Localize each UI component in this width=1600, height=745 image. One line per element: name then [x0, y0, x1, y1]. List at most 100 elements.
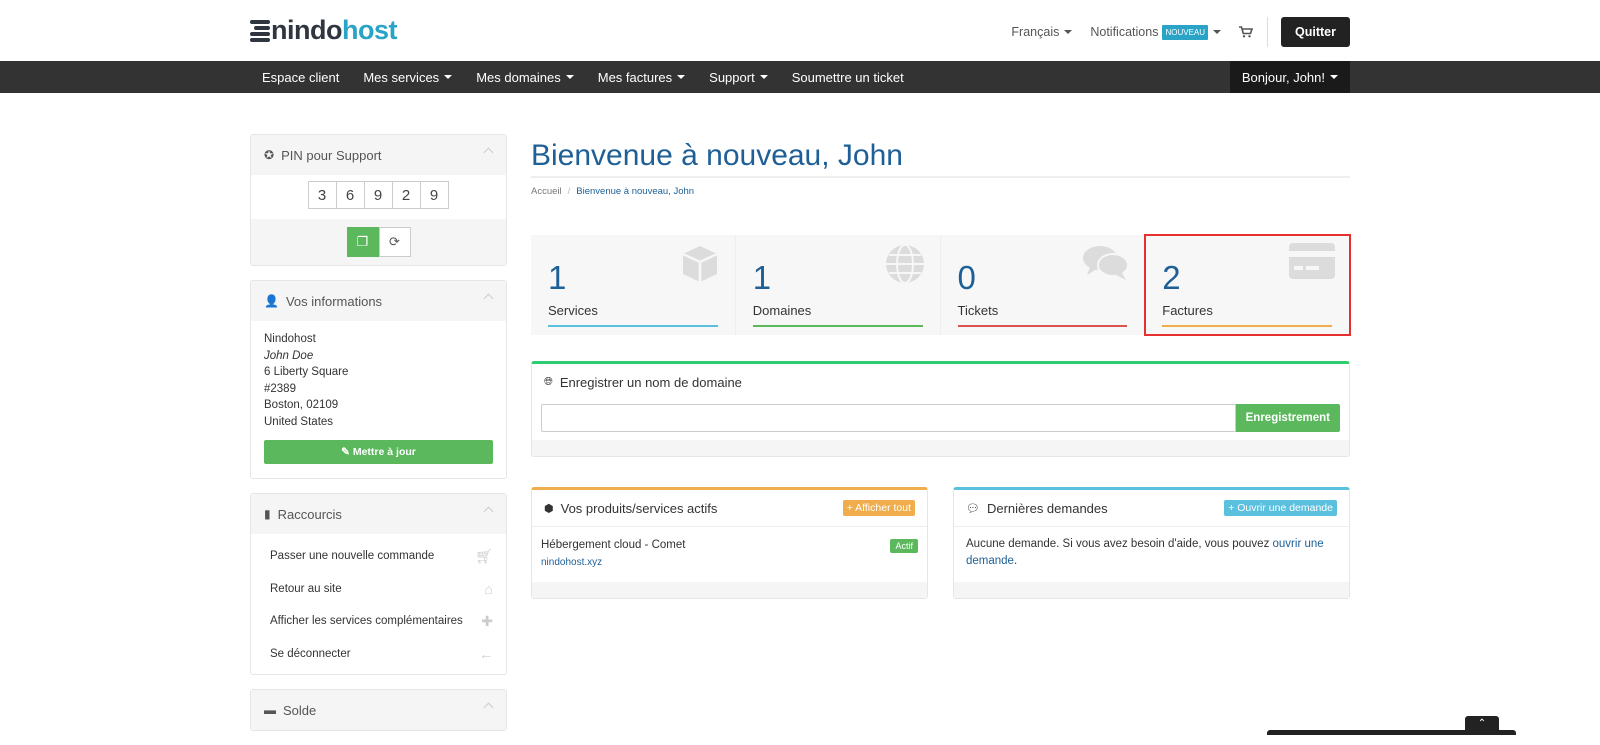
- shortcut-new-order[interactable]: Passer une nouvelle commande 🛒︎: [251, 540, 506, 573]
- pencil-icon: ✎: [341, 446, 353, 458]
- quit-button[interactable]: Quitter: [1281, 17, 1350, 47]
- product-domain[interactable]: nindohost.xyz: [541, 557, 918, 568]
- home-icon: ⌂: [484, 580, 493, 597]
- shortcut-label: Afficher les services complémentaires: [270, 615, 463, 628]
- status-badge: Actif: [890, 539, 918, 553]
- main-nav: Espace client Mes services Mes domaines …: [0, 61, 1600, 93]
- refresh-icon: ⟳: [389, 234, 400, 249]
- globe-icon: 🌐︎: [544, 375, 553, 388]
- domain-register-card: 🌐︎ Enregistrer un nom de domaine Enregis…: [531, 361, 1350, 457]
- puzzle-icon: ✚: [481, 612, 493, 629]
- logo[interactable]: nindohost: [250, 16, 397, 44]
- info-panel: 👤 Vos informations Nindohost John Doe 6 …: [250, 280, 507, 479]
- company-name: Nindohost: [264, 333, 316, 345]
- chevron-up-icon[interactable]: [483, 293, 494, 304]
- caret-down-icon: [565, 75, 574, 79]
- tile-underline: [1162, 325, 1332, 327]
- sidebar: ✪ PIN pour Support 3 6 9 2 9 ❐ ⟳ 👤 Vos i…: [250, 134, 507, 745]
- chevron-up-icon[interactable]: ⌃: [1465, 716, 1499, 732]
- logo-text-part1: nindo: [271, 15, 342, 45]
- nav-espace-client[interactable]: Espace client: [250, 70, 351, 85]
- tile-value: 0: [957, 259, 976, 296]
- list-item[interactable]: Hébergement cloud - Comet nindohost.xyz …: [532, 526, 927, 582]
- nav-support[interactable]: Support: [697, 70, 780, 85]
- tile-underline: [548, 325, 718, 327]
- divider: [1267, 17, 1269, 47]
- nav-label: Support: [709, 69, 755, 85]
- cart-icon: 🛒︎: [475, 547, 493, 564]
- refresh-pin-button[interactable]: ⟳: [378, 227, 411, 257]
- tile-tickets[interactable]: 0 Tickets: [940, 235, 1146, 335]
- pin-digit: 3: [307, 181, 337, 209]
- chevron-up-icon[interactable]: [483, 147, 494, 158]
- nav-soumettre-ticket[interactable]: Soumettre un ticket: [780, 70, 916, 85]
- balance-panel-header[interactable]: ▬ Solde: [251, 690, 506, 730]
- nav-mes-services[interactable]: Mes services: [351, 70, 464, 85]
- chevron-up-icon[interactable]: [483, 506, 494, 517]
- tile-label: Domaines: [752, 303, 812, 318]
- language-dropdown[interactable]: Français: [1011, 25, 1073, 39]
- tile-services[interactable]: 1 Services: [531, 235, 736, 335]
- shortcut-back-to-site[interactable]: Retour au site ⌂: [251, 573, 506, 606]
- product-name: Hébergement cloud - Comet: [541, 539, 686, 551]
- notifications-dropdown[interactable]: Notifications NOUVEAU: [1090, 24, 1222, 40]
- breadcrumb-home[interactable]: Accueil: [531, 186, 562, 197]
- tile-domains[interactable]: 1 Domaines: [735, 235, 941, 335]
- panel-title: PIN pour Support: [281, 147, 382, 163]
- user-icon: 👤: [264, 294, 279, 308]
- nav-label: Mes services: [363, 69, 440, 85]
- tile-value: 1: [548, 259, 567, 296]
- pin-panel: ✪ PIN pour Support 3 6 9 2 9 ❐ ⟳: [250, 134, 507, 266]
- nav-label: Soumettre un ticket: [791, 69, 904, 85]
- user-menu[interactable]: Bonjour, John!: [1229, 61, 1350, 93]
- nav-mes-domaines[interactable]: Mes domaines: [464, 70, 586, 85]
- empty-text-end: .: [1013, 555, 1018, 567]
- tile-value: 2: [1162, 259, 1181, 296]
- tile-invoices[interactable]: 2 Factures: [1144, 234, 1351, 336]
- balance-panel: ▬ Solde: [250, 689, 507, 731]
- caret-down-icon: [1213, 30, 1222, 34]
- register-button[interactable]: Enregistrement: [1235, 404, 1340, 432]
- shortcut-addons[interactable]: Afficher les services complémentaires ✚: [251, 605, 506, 638]
- shortcut-label: Se déconnecter: [270, 647, 351, 660]
- pin-panel-header[interactable]: ✪ PIN pour Support: [251, 135, 506, 175]
- info-panel-header[interactable]: 👤 Vos informations: [251, 281, 506, 321]
- panel-title: Raccourcis: [277, 506, 342, 522]
- cube-icon: ⬢: [544, 502, 554, 515]
- card-title: Enregistrer un nom de domaine: [559, 374, 742, 390]
- tile-label: Tickets: [957, 303, 999, 318]
- address-city: Boston, 02109: [264, 399, 339, 411]
- card-title: Vos produits/services actifs: [560, 500, 718, 516]
- chevron-up-icon[interactable]: [483, 702, 494, 713]
- empty-text: Aucune demande. Si vous avez besoin d'ai…: [966, 538, 1273, 550]
- shortcut-logout[interactable]: Se déconnecter ←: [251, 638, 506, 671]
- caret-down-icon: [677, 75, 686, 79]
- logo-icon: [250, 19, 270, 42]
- main-content: Bienvenue à nouveau, John Accueil / Bienve…: [531, 134, 1351, 599]
- open-request-button[interactable]: + Ouvrir une demande: [1224, 500, 1337, 516]
- arrow-left-icon: ←: [479, 645, 493, 662]
- address-line2: #2389: [264, 382, 296, 395]
- requests-card: 💬︎ Dernières demandes + Ouvrir une deman…: [953, 487, 1350, 599]
- domain-search-input[interactable]: [541, 404, 1236, 432]
- breadcrumb: Accueil / Bienvenue à nouveau, John: [531, 186, 695, 197]
- client-name: John Doe: [264, 349, 314, 362]
- cart-icon: [1239, 26, 1254, 38]
- shortcuts-panel-header[interactable]: ▮ Raccourcis: [251, 494, 506, 534]
- comments-icon: [1082, 243, 1130, 290]
- panel-title: Solde: [283, 702, 317, 718]
- tile-label: Factures: [1162, 303, 1213, 318]
- nav-label: Mes domaines: [476, 69, 561, 85]
- panel-title: Vos informations: [285, 293, 383, 309]
- update-button[interactable]: ✎ Mettre à jour: [264, 440, 493, 464]
- copy-pin-button[interactable]: ❐: [346, 227, 379, 257]
- cart-button[interactable]: [1239, 26, 1254, 38]
- view-all-button[interactable]: + Afficher tout: [842, 500, 915, 516]
- copy-icon: ❐: [356, 234, 369, 249]
- logo-text-part2: host: [341, 15, 398, 45]
- nav-label: Mes factures: [597, 69, 673, 85]
- tile-label: Services: [548, 303, 598, 318]
- caret-down-icon: [1330, 75, 1338, 79]
- address-line1: 6 Liberty Square: [264, 366, 349, 378]
- nav-mes-factures[interactable]: Mes factures: [586, 70, 697, 85]
